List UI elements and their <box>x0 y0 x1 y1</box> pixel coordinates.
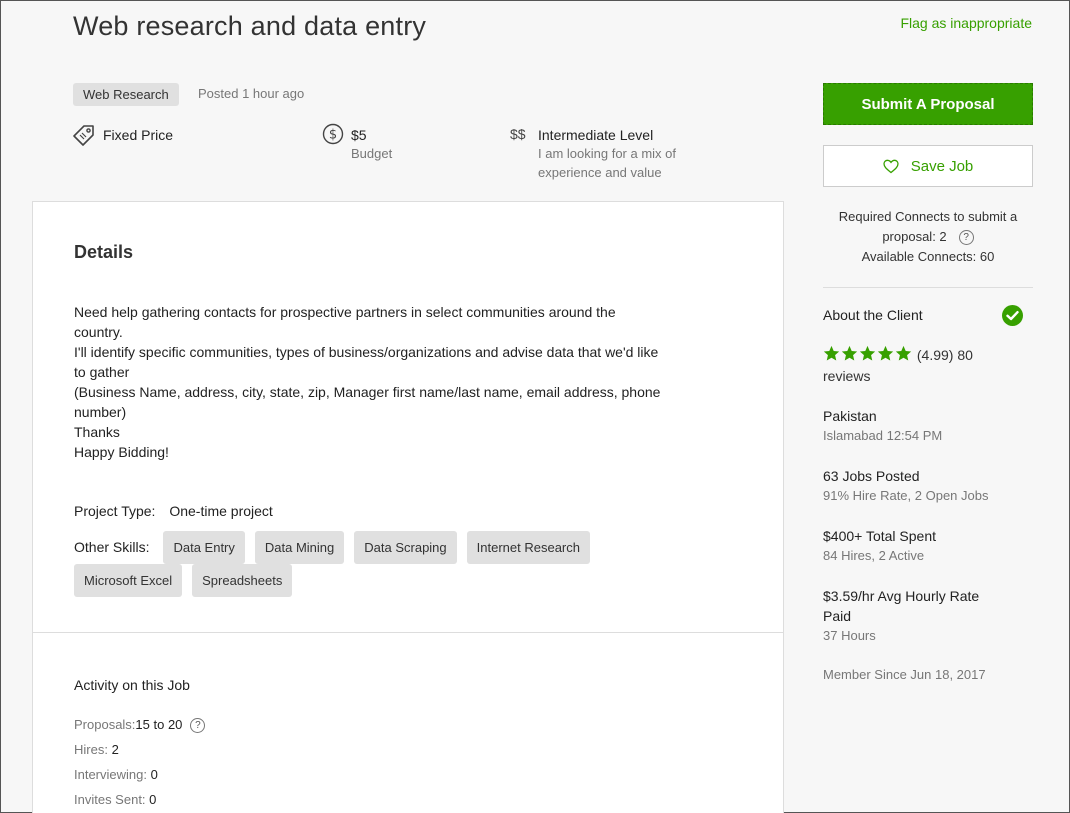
star-icon <box>895 345 912 361</box>
project-type-value: One-time project <box>169 503 273 519</box>
tag-icon <box>73 125 94 146</box>
skill-tag[interactable]: Spreadsheets <box>192 564 293 597</box>
proposals-value: 15 to 20 <box>135 717 183 732</box>
activity-proposals: Proposals:15 to 20? <box>74 717 206 733</box>
client-hours: 37 Hours <box>823 628 876 643</box>
description-line: Thanks <box>74 424 120 440</box>
heart-icon <box>883 159 899 173</box>
check-circle-icon <box>1002 305 1023 326</box>
client-rating: (4.99) 80 reviews <box>823 345 1023 387</box>
client-spent: $400+ Total Spent 84 Hires, 2 Active <box>823 526 936 566</box>
rating-stars <box>823 345 913 363</box>
about-client-heading: About the Client <box>823 307 923 323</box>
job-title: Web research and data entry <box>73 11 427 41</box>
connects-required-line: Required Connects to submit a <box>838 209 1018 224</box>
question-icon[interactable]: ? <box>958 230 974 245</box>
client-member-since: Member Since Jun 18, 2017 <box>823 667 986 682</box>
description-line: I'll identify specific communities, type… <box>74 344 659 360</box>
star-icon <box>823 345 840 361</box>
budget-label: Budget <box>351 146 393 161</box>
connects-info: Required Connects to submit a proposal: … <box>823 207 1033 267</box>
star-icon <box>859 345 876 361</box>
activity-interviewing: Interviewing: 0 <box>74 767 158 782</box>
price-type-label: Fixed Price <box>103 127 174 143</box>
client-rate-label: Avg Hourly Rate <box>877 588 980 604</box>
connects-required-value: proposal: 2 <box>882 229 947 244</box>
rating-text: (4.99) 80 <box>916 347 973 363</box>
flag-inappropriate-link[interactable]: Flag as inappropriate <box>900 15 1032 31</box>
svg-text:$: $ <box>329 128 337 143</box>
dollar-circle-icon: $ <box>322 123 344 145</box>
experience-level-icon: $$ <box>510 126 526 142</box>
client-local-time: Islamabad 12:54 PM <box>823 428 943 443</box>
save-job-button[interactable]: Save Job <box>823 145 1033 187</box>
skill-tag[interactable]: Data Mining <box>254 531 345 564</box>
other-skills-row: Other Skills: Data Entry Data Mining Data S… <box>74 531 714 597</box>
description-line: to gather <box>74 364 130 380</box>
connects-required-row: proposal: 2? <box>823 227 1033 247</box>
reviews-text: reviews <box>823 368 871 384</box>
client-hire-rate: 91% Hire Rate, 2 Open Jobs <box>823 488 989 503</box>
hires-label: Hires: <box>74 742 108 757</box>
client-jobs-posted: 63 Jobs Posted <box>823 468 920 484</box>
activity-invites: Invites Sent: 0 <box>74 792 156 807</box>
hires-value: 2 <box>111 742 119 757</box>
client-avg-rate-row: $3.59/hr Avg Hourly Rate <box>823 586 1023 606</box>
description-line: country. <box>74 324 123 340</box>
skill-tag[interactable]: Data Scraping <box>354 531 457 564</box>
client-country: Pakistan <box>823 408 877 424</box>
skill-tag[interactable]: Internet Research <box>466 531 590 564</box>
description-line: number) <box>74 404 127 420</box>
skill-tag[interactable]: Microsoft Excel <box>74 564 183 597</box>
category-tag[interactable]: Web Research <box>73 83 179 106</box>
description-line: Need help gathering contacts for prospec… <box>74 304 616 320</box>
budget-value: $5 <box>351 127 367 143</box>
client-rate-paid: Paid <box>823 608 852 624</box>
project-type-row: Project Type: One-time project <box>74 503 273 519</box>
star-icon <box>841 345 858 361</box>
activity-heading: Activity on this Job <box>74 677 190 693</box>
client-location: Pakistan Islamabad 12:54 PM <box>823 406 942 446</box>
submit-proposal-button[interactable]: Submit A Proposal <box>823 83 1033 125</box>
client-hourly: $3.59/hr Avg Hourly Rate Paid 37 Hours <box>823 586 1023 646</box>
details-card: Details Need help gathering contacts for… <box>32 201 784 633</box>
proposals-label: Proposals: <box>74 717 136 732</box>
experience-level-label: Intermediate Level <box>538 127 654 143</box>
description-line: Happy Bidding! <box>74 444 169 460</box>
budget-icon-wrap: $ <box>322 123 344 150</box>
activity-card: Activity on this Job Proposals:15 to 20?… <box>32 632 784 813</box>
sidebar-divider <box>823 287 1033 288</box>
experience-level-desc-1: I am looking for a mix of <box>538 146 676 161</box>
details-heading: Details <box>74 242 134 262</box>
interviewing-value: 0 <box>150 767 158 782</box>
experience-level-desc-2: experience and value <box>538 165 662 180</box>
client-jobs: 63 Jobs Posted 91% Hire Rate, 2 Open Job… <box>823 466 988 506</box>
invites-label: Invites Sent: <box>74 792 146 807</box>
posted-time: Posted 1 hour ago <box>198 86 305 101</box>
skill-tag[interactable]: Data Entry <box>163 531 245 564</box>
job-description: Need help gathering contacts for prospec… <box>74 302 744 462</box>
project-type-label: Project Type: <box>74 503 156 519</box>
question-icon[interactable]: ? <box>190 718 206 733</box>
price-type-icon-wrap <box>73 124 95 151</box>
connects-available: Available Connects: 60 <box>861 249 995 264</box>
save-job-label: Save Job <box>910 157 974 175</box>
invites-value: 0 <box>149 792 157 807</box>
client-total-spent: $400+ Total Spent <box>823 528 937 544</box>
other-skills-label: Other Skills: <box>74 539 150 555</box>
activity-hires: Hires: 2 <box>74 742 119 757</box>
star-icon <box>877 345 894 361</box>
interviewing-label: Interviewing: <box>74 767 147 782</box>
description-line: (Business Name, address, city, state, zi… <box>74 384 661 400</box>
client-hires-active: 84 Hires, 2 Active <box>823 548 925 563</box>
client-rate-value: $3.59/hr <box>823 588 875 604</box>
